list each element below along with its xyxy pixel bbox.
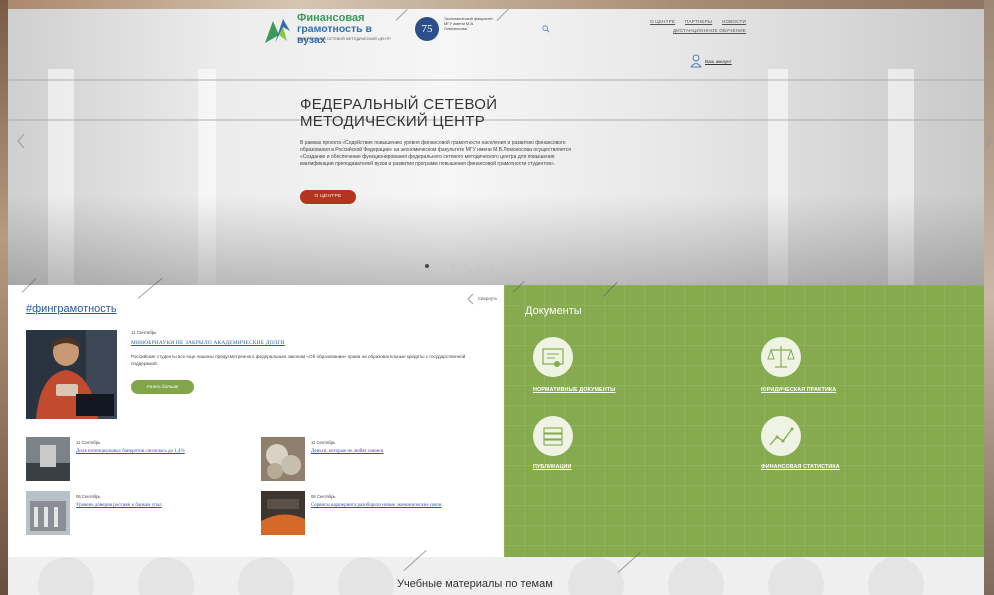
slider-dot[interactable] (451, 264, 455, 268)
doc-link-legal-practice[interactable]: ЮРИДИЧЕСКАЯ ПРАКТИКА (761, 387, 836, 393)
collapse-label: Свернуть (478, 296, 498, 301)
slider-dot[interactable] (542, 264, 546, 268)
slider-dot[interactable] (503, 264, 507, 268)
hero-title-line2: МЕТОДИЧЕСКИЙ ЦЕНТР (300, 113, 486, 130)
featured-news-image[interactable] (26, 330, 117, 419)
account-link[interactable]: Ваш аккаунт (705, 59, 732, 64)
anniversary-badge[interactable]: 75 (415, 17, 439, 41)
logo-mark-icon (265, 19, 290, 43)
slider-next-icon[interactable] (983, 133, 993, 149)
background-frame-right (984, 0, 994, 595)
news-item[interactable]: 06 Сентябрь Уровень доверия россиян к ба… (26, 491, 246, 537)
featured-photo-icon (26, 330, 117, 419)
news-thumbnail (26, 437, 70, 481)
featured-news-date: 11 Сентябрь (131, 330, 157, 335)
nav-news[interactable]: НОВОСТИ (722, 19, 746, 24)
nav-about[interactable]: О ЦЕНТРЕ (650, 19, 675, 24)
hero-bg-beam (8, 79, 984, 81)
site-logo[interactable]: Финансовая грамотность в вузах ФЕДЕРАЛЬН… (263, 13, 398, 49)
background-frame-left (0, 0, 8, 595)
news-title[interactable]: Уровень доверия россиян к банкам упал (76, 503, 162, 508)
collapse-button[interactable]: Свернуть (466, 293, 506, 305)
about-center-button[interactable]: О ЦЕНТРЕ (300, 190, 356, 204)
slider-dot[interactable] (477, 264, 481, 268)
featured-news-text: Российские студенты все еще лишены преду… (131, 354, 466, 366)
news-item[interactable]: 06 Сентябрь Сервисы каршеринга разобщили… (261, 491, 481, 537)
decor-circle (138, 557, 194, 595)
hero-title: ФЕДЕРАЛЬНЫЙ СЕТЕВОЙ МЕТОДИЧЕСКИЙ ЦЕНТР (300, 96, 497, 130)
news-thumbnail (26, 491, 70, 535)
chart-icon[interactable] (761, 416, 801, 456)
doc-link-financial-statistics[interactable]: ФИНАНСОВАЯ СТАТИСТИКА (761, 464, 840, 470)
slider-dot[interactable] (425, 264, 429, 268)
news-date: 06 Сентябрь (76, 494, 101, 499)
certificate-icon[interactable] (533, 337, 573, 377)
slider-dot[interactable] (438, 264, 442, 268)
news-thumbnail (261, 437, 305, 481)
doc-link-regulatory[interactable]: НОРМАТИВНЫЕ ДОКУМЕНТЫ (533, 387, 616, 393)
documents-title: Документы (525, 305, 582, 317)
nav-partners[interactable]: ПАРТНЕРЫ (685, 19, 712, 24)
hero-description: В рамках проекта «Содействие повышению у… (300, 140, 571, 167)
chevron-left-icon (467, 293, 474, 305)
documents-panel (504, 285, 984, 557)
nav-distance-learning[interactable]: ДИСТАНЦИОННОЕ ОБУЧЕНИЕ (673, 28, 746, 33)
search-icon[interactable] (542, 25, 550, 33)
hero-title-line1: ФЕДЕРАЛЬНЫЙ СЕТЕВОЙ (300, 96, 498, 113)
news-title[interactable]: Сервисы каршеринга разобщили новые эконо… (311, 503, 441, 508)
news-section-title[interactable]: #финграмотность (26, 303, 117, 315)
background-frame-top (0, 0, 994, 9)
slider-dot[interactable] (516, 264, 520, 268)
slider-dot[interactable] (464, 264, 468, 268)
news-date: 06 Сентябрь (311, 494, 336, 499)
news-title[interactable]: Деньги, которые не любят паники (311, 449, 383, 454)
news-thumbnail (261, 491, 305, 535)
decor-circle (768, 557, 824, 595)
slider-dot[interactable] (529, 264, 533, 268)
news-item[interactable]: 11 Сентябрь Доля потенциальных банкротов… (26, 437, 246, 483)
news-item[interactable]: 11 Сентябрь Деньги, которые не любят пан… (261, 437, 481, 483)
decor-circle (868, 557, 924, 595)
news-title[interactable]: Доля потенциальных банкротов снизилась д… (76, 449, 185, 454)
faculty-label: Экономический факультет МГУ имени М.В. Л… (444, 16, 493, 31)
decor-circle (338, 557, 394, 595)
read-more-button[interactable]: Узнать больше (131, 380, 194, 394)
decor-circle (38, 557, 94, 595)
doc-link-publications[interactable]: ПУБЛИКАЦИИ (533, 464, 572, 470)
materials-title: Учебные материалы по темам (397, 578, 553, 590)
slider-dot[interactable] (490, 264, 494, 268)
slider-prev-icon[interactable] (16, 133, 26, 149)
decor-circle (238, 557, 294, 595)
hero-bg-shade (8, 195, 984, 285)
decor-circle (568, 557, 624, 595)
logo-subtitle: ФЕДЕРАЛЬНЫЙ СЕТЕВОЙ МЕТОДИЧЕСКИЙ ЦЕНТР (297, 37, 391, 41)
news-date: 11 Сентябрь (311, 440, 336, 445)
logo-title-line2: грамотность в вузах (297, 23, 372, 46)
scales-icon[interactable] (761, 337, 801, 377)
featured-news-title[interactable]: МИНОБРНАУКИ НЕ ЗАКРЫЛО АКАДЕМИЧЕСКИЕ ДОЛ… (131, 340, 285, 346)
user-icon[interactable] (690, 54, 702, 68)
slider-pagination (425, 264, 546, 268)
news-date: 11 Сентябрь (76, 440, 101, 445)
books-icon[interactable] (533, 416, 573, 456)
decor-circle (668, 557, 724, 595)
